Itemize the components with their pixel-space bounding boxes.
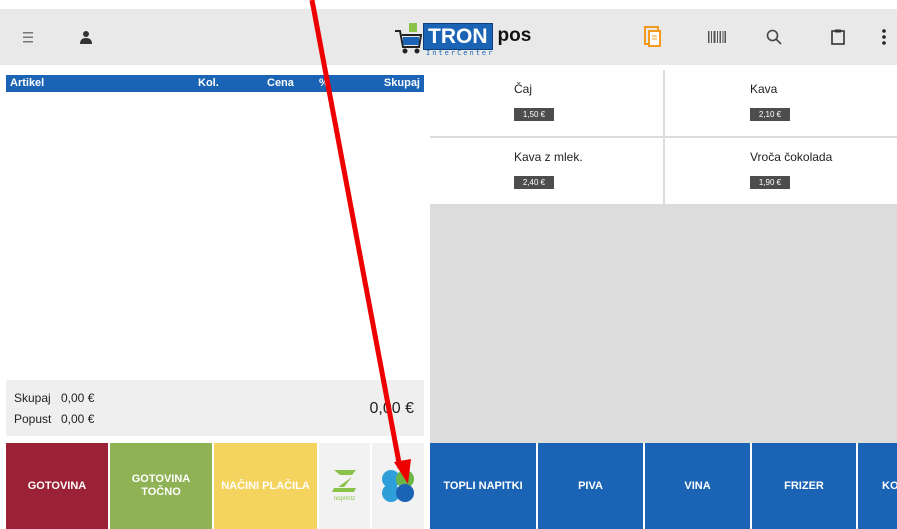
noprintz-logo-icon	[331, 469, 356, 492]
menu-icon[interactable]	[8, 9, 48, 65]
column-price: Cena	[267, 77, 294, 89]
receipt-header: Artikel Kol. Cena % Skupaj	[6, 75, 424, 92]
product-name: Čaj	[514, 82, 533, 96]
grand-total: 0,00 €	[369, 400, 414, 417]
top-bar: TRON pos InterCenter	[0, 9, 897, 65]
product-price: 1,90 €	[750, 176, 790, 189]
search-icon[interactable]	[754, 9, 794, 65]
product-price: 2,10 €	[750, 108, 790, 121]
category-label: TOPLI NAPITKI	[443, 480, 523, 492]
category-button[interactable]: TOPLI NAPITKI	[430, 443, 536, 529]
product-price: 2,40 €	[514, 176, 554, 189]
column-item: Artikel	[10, 77, 45, 89]
category-button[interactable]: KO	[858, 443, 897, 529]
loyalty-button[interactable]	[372, 443, 424, 529]
more-vertical-icon[interactable]	[864, 9, 897, 65]
user-icon[interactable]	[66, 9, 106, 65]
product-tile[interactable]: Čaj 1,50 €	[430, 70, 663, 136]
category-button[interactable]: FRIZER	[752, 443, 856, 529]
tron-pos-logo: TRON pos InterCenter	[393, 23, 531, 57]
totals-panel: Skupaj 0,00 € Popust 0,00 € 0,00 €	[6, 380, 424, 436]
cash-label: GOTOVINA	[27, 479, 87, 492]
product-name: Kava	[750, 82, 778, 96]
discount-value: 0,00 €	[61, 412, 95, 426]
product-grid: Čaj 1,50 € Kava 2,10 € Kava z mlek. 2,40…	[430, 70, 897, 443]
discount-label: Popust	[14, 412, 52, 426]
column-discount: %	[319, 77, 329, 89]
barcode-icon[interactable]	[697, 9, 737, 65]
product-tile[interactable]: Kava z mlek. 2,40 €	[430, 138, 663, 204]
category-button[interactable]: VINA	[645, 443, 750, 529]
logo-tron: TRON	[423, 23, 493, 50]
product-name: Kava z mlek.	[514, 150, 583, 164]
subtotal-value: 0,00 €	[61, 391, 95, 405]
document-icon[interactable]	[633, 9, 673, 65]
category-label: FRIZER	[784, 480, 824, 492]
cash-exact-label-line1: GOTOVINA	[131, 473, 191, 485]
clipboard-icon[interactable]	[818, 9, 858, 65]
noprintz-button[interactable]: noprintz	[319, 443, 370, 529]
logo-subtitle: InterCenter	[426, 49, 495, 57]
cash-exact-button[interactable]: GOTOVINA TOČNO	[110, 443, 212, 529]
payment-methods-label: NAČINI PLAČILA	[221, 479, 310, 492]
cash-exact-label-line2: TOČNO	[141, 486, 181, 498]
circles-logo-icon	[382, 470, 414, 502]
receipt-lines[interactable]	[6, 92, 424, 380]
product-name: Vroča čokolada	[750, 150, 833, 164]
category-label: KO	[882, 480, 897, 492]
noprintz-label: noprintz	[333, 495, 356, 502]
product-tile[interactable]: Kava 2,10 €	[665, 70, 897, 136]
logo-pos: pos	[497, 25, 532, 46]
category-label: VINA	[684, 480, 711, 492]
column-total: Skupaj	[383, 77, 420, 89]
product-tile[interactable]: Vroča čokolada 1,90 €	[665, 138, 897, 204]
cart-icon	[395, 23, 423, 54]
column-qty: Kol.	[198, 77, 219, 89]
category-label: PIVA	[578, 480, 603, 492]
category-button[interactable]: PIVA	[538, 443, 643, 529]
payment-methods-button[interactable]: NAČINI PLAČILA	[214, 443, 317, 529]
product-price: 1,50 €	[514, 108, 554, 121]
subtotal-label: Skupaj	[14, 391, 51, 405]
cash-button[interactable]: GOTOVINA	[6, 443, 108, 529]
